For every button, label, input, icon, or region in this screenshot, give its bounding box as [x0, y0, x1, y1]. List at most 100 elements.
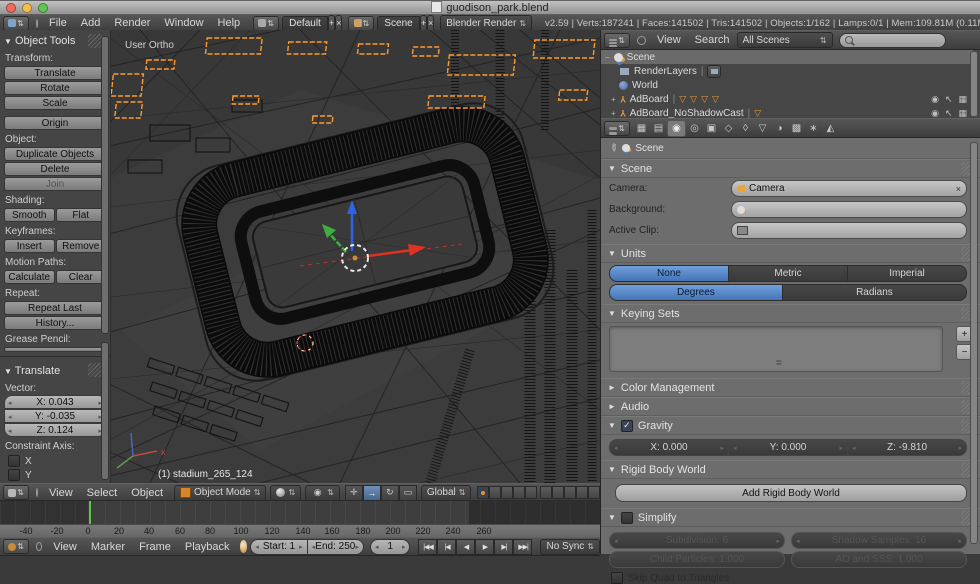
expand-icon[interactable]: + — [611, 95, 616, 104]
menu-search[interactable]: Search — [688, 34, 737, 46]
collapse-icon[interactable]: − — [605, 53, 610, 62]
collapse-menus-icon[interactable] — [36, 542, 43, 551]
duplicate-objects-button[interactable]: Duplicate Objects — [4, 147, 106, 161]
units-metric-button[interactable]: Metric — [729, 265, 848, 282]
repeat-last-button[interactable]: Repeat Last — [4, 301, 106, 315]
properties-scrollbar[interactable] — [970, 142, 978, 544]
gravity-z-field[interactable]: ◂ Z: -9.810 ▸ — [848, 439, 967, 456]
tab-material[interactable]: ◑ — [771, 121, 788, 136]
expand-icon[interactable]: + — [611, 109, 616, 118]
manipulator-translate-toggle[interactable]: → — [362, 484, 381, 501]
render-engine-select[interactable]: Blender Render ⇅ — [440, 15, 532, 31]
collapse-menus-icon[interactable] — [637, 35, 646, 45]
timeline-track[interactable] — [0, 500, 600, 525]
rotate-button[interactable]: Rotate — [4, 81, 106, 95]
menu-help[interactable]: Help — [211, 17, 248, 29]
pivot-point-select[interactable]: ◉ ⇅ — [305, 484, 340, 501]
scene-name-field[interactable]: Scene — [377, 15, 420, 31]
screen-layout-browse-button[interactable]: ⇅ — [253, 15, 280, 31]
add-layout-button[interactable]: + — [327, 14, 336, 32]
skip-quad-checkbox[interactable] — [611, 572, 623, 584]
units-imperial-button[interactable]: Imperial — [848, 265, 967, 282]
tab-modifiers[interactable]: ◊ — [737, 121, 754, 136]
remove-keyframe-button[interactable]: Remove — [55, 239, 106, 253]
simplify-panel-header[interactable]: ▼ Simplify — [601, 508, 980, 527]
delete-scene-button[interactable]: × — [426, 14, 435, 32]
manipulator-scale-toggle[interactable]: ▭ — [398, 484, 417, 501]
end-frame-field[interactable]: ◂ End: 250 ▸ — [307, 538, 364, 555]
selectable-toggle-icon[interactable]: ↖ — [945, 94, 953, 105]
units-radians-button[interactable]: Radians — [782, 284, 967, 301]
flat-button[interactable]: Flat — [55, 208, 106, 222]
calculate-paths-button[interactable]: Calculate — [4, 270, 55, 284]
units-panel-header[interactable]: ▼ Units — [601, 244, 980, 263]
smooth-button[interactable]: Smooth — [4, 208, 55, 222]
tab-data[interactable]: ▽ — [754, 121, 771, 136]
vector-x-field[interactable]: ◂X: 0.043▸ — [4, 395, 106, 409]
editor-type-button[interactable]: ⇅ — [3, 15, 29, 31]
menu-view[interactable]: View — [46, 541, 84, 553]
simplify-checkbox[interactable] — [620, 511, 633, 524]
simplify-shadow-samples-field[interactable]: ◂ Shadow Samples: 16 ▸ — [791, 532, 967, 549]
axis-x-checkbox[interactable] — [8, 455, 20, 467]
collapse-menus-icon[interactable] — [36, 488, 38, 497]
transform-orientation-select[interactable]: Global ⇅ — [420, 484, 472, 501]
scale-button[interactable]: Scale — [4, 96, 106, 110]
rigid-body-panel-header[interactable]: ▼ Rigid Body World — [601, 460, 980, 479]
manipulator-axes-toggle[interactable]: ✛ — [344, 484, 363, 501]
outliner-item-renderlayers[interactable]: RenderLayers | — [601, 64, 980, 78]
menu-render[interactable]: Render — [107, 17, 157, 29]
menu-view[interactable]: View — [42, 487, 80, 499]
clear-paths-button[interactable]: Clear — [55, 270, 106, 284]
vector-z-field[interactable]: ◂Z: 0.124▸ — [4, 423, 106, 437]
editor-type-button[interactable]: ⇅ — [3, 539, 29, 554]
editor-type-button[interactable]: ⇅ — [604, 32, 630, 48]
add-scene-button[interactable]: + — [419, 14, 427, 32]
mode-select[interactable]: Object Mode ⇅ — [174, 484, 267, 501]
tab-texture[interactable]: ▩ — [788, 121, 805, 136]
hide-toggle-icon[interactable]: ◉ — [931, 94, 939, 105]
menu-object[interactable]: Object — [124, 487, 170, 499]
tab-physics[interactable]: ◭ — [822, 121, 839, 136]
gravity-x-field[interactable]: ◂ X: 0.000 ▸ — [609, 439, 729, 456]
vector-y-field[interactable]: ◂Y: -0.035▸ — [4, 409, 106, 423]
menu-frame[interactable]: Frame — [132, 541, 178, 553]
keying-sets-panel-header[interactable]: ▼ Keying Sets — [601, 304, 980, 323]
gravity-y-field[interactable]: ◂ Y: 0.000 ▸ — [729, 439, 848, 456]
playhead[interactable] — [89, 501, 91, 525]
play-button[interactable]: ▶ — [475, 538, 495, 555]
tab-scene[interactable]: ◉ — [667, 119, 686, 137]
units-degrees-button[interactable]: Degrees — [609, 284, 783, 301]
units-none-button[interactable]: None — [609, 265, 729, 282]
render-toggle-icon[interactable]: ▦ — [958, 94, 967, 105]
tab-render[interactable]: ▦ — [633, 121, 650, 136]
grease-pencil-button-partial[interactable] — [4, 347, 106, 352]
tab-particles[interactable]: ∗ — [805, 121, 822, 136]
editor-type-button[interactable]: ⇅ — [3, 485, 29, 500]
gravity-panel-header[interactable]: ▼ ✓ Gravity — [601, 416, 980, 435]
color-management-panel-header[interactable]: ► Color Management — [601, 378, 980, 397]
outliner-item-scene[interactable]: − Scene — [601, 50, 973, 64]
jump-to-start-button[interactable]: |◀◀ — [418, 538, 438, 555]
simplify-subdivision-field[interactable]: ◂ Subdivision: 6 ▸ — [609, 532, 785, 549]
jump-to-end-button[interactable]: ▶▶| — [513, 538, 533, 555]
current-frame-field[interactable]: ◂ 1 ▸ — [369, 538, 411, 555]
menu-add[interactable]: Add — [74, 17, 108, 29]
translate-button[interactable]: Translate — [4, 66, 106, 80]
menu-file[interactable]: File — [42, 17, 74, 29]
active-clip-field[interactable] — [731, 222, 967, 239]
next-keyframe-button[interactable]: ▶| — [494, 538, 514, 555]
previous-keyframe-button[interactable]: |◀ — [437, 538, 457, 555]
tool-shelf-scrollbar[interactable] — [101, 36, 109, 334]
pin-icon[interactable]: ✎ — [606, 141, 620, 155]
axis-y-checkbox[interactable] — [8, 469, 20, 481]
insert-keyframe-button[interactable]: Insert — [4, 239, 55, 253]
add-rigid-body-world-button[interactable]: Add Rigid Body World — [615, 484, 967, 502]
origin-button[interactable]: Origin — [4, 116, 106, 130]
operator-panel-scrollbar[interactable] — [101, 342, 109, 480]
menu-playback[interactable]: Playback — [178, 541, 237, 553]
tab-object[interactable]: ▣ — [703, 121, 720, 136]
join-button[interactable]: Join — [4, 177, 106, 191]
menu-window[interactable]: Window — [157, 17, 210, 29]
tab-constraints[interactable]: ◇ — [720, 121, 737, 136]
